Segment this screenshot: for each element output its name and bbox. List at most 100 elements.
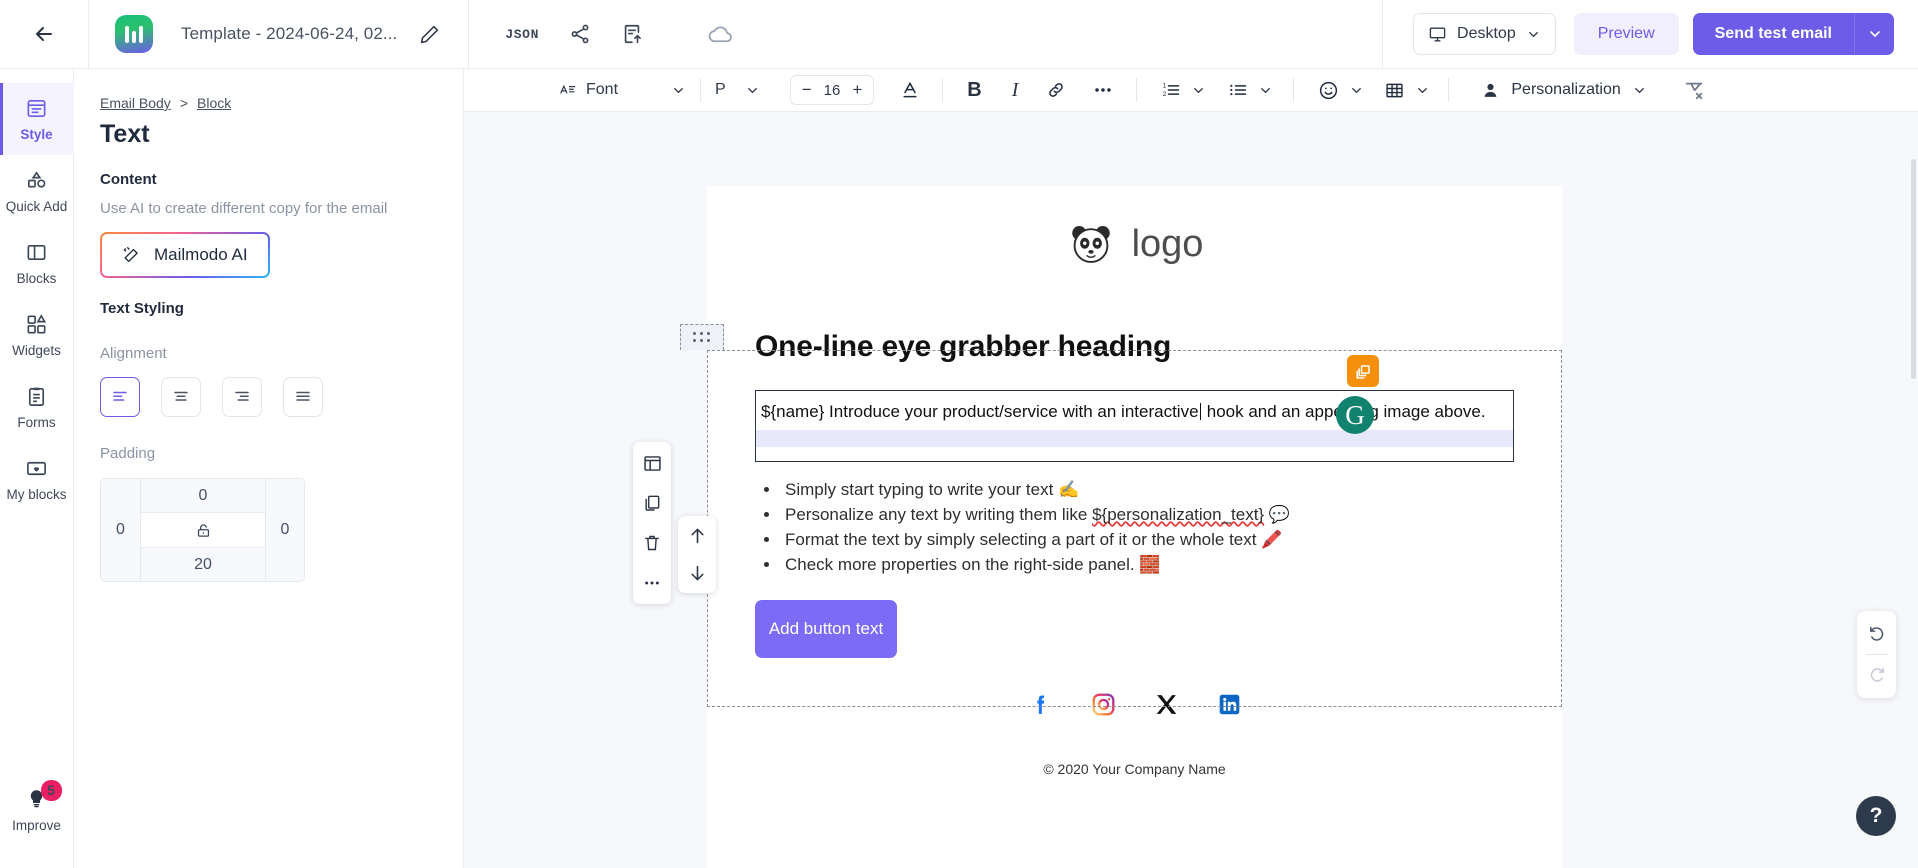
block-drag-handle[interactable] xyxy=(680,324,724,350)
paragraph-style-select[interactable]: P xyxy=(715,81,760,99)
more-formatting-button[interactable] xyxy=(1092,79,1114,101)
grammarly-button[interactable]: G xyxy=(1336,396,1374,434)
device-preview-select[interactable]: Desktop xyxy=(1413,13,1556,55)
move-block-up-button[interactable] xyxy=(687,525,708,546)
email-preview: logo One-line eye grabber heading ${name… xyxy=(680,186,1562,868)
clear-formatting-button[interactable] xyxy=(1683,79,1705,101)
divider xyxy=(1382,0,1384,68)
personalization-button[interactable]: Personalization xyxy=(1469,74,1658,107)
json-button[interactable]: JSON xyxy=(505,27,539,42)
file-upload-icon xyxy=(624,24,641,44)
padding-left-input[interactable]: 0 xyxy=(101,479,140,581)
logo-bars-icon xyxy=(125,25,143,43)
link-button[interactable] xyxy=(1046,80,1066,100)
chevron-down-icon xyxy=(1352,87,1362,93)
sidebar-item-improve[interactable]: 5 Improve xyxy=(0,774,74,846)
device-label: Desktop xyxy=(1457,25,1516,42)
font-family-select[interactable]: Font xyxy=(559,81,686,99)
padding-right-input[interactable]: 0 xyxy=(265,479,304,581)
back-button[interactable] xyxy=(0,0,88,68)
padding-lock-toggle[interactable] xyxy=(140,513,265,547)
italic-button[interactable]: I xyxy=(1012,79,1019,102)
share-button[interactable] xyxy=(569,23,591,45)
svg-text:1: 1 xyxy=(1163,83,1167,90)
personalization-label: Personalization xyxy=(1511,81,1621,98)
sidebar-item-forms[interactable]: Forms xyxy=(0,371,74,443)
editor-area: Font P − 16 + B I 1 2 Personalization lo… xyxy=(464,69,1918,868)
history-toolbar xyxy=(1857,611,1896,698)
duplicate-icon xyxy=(645,495,660,511)
arrow-left-icon xyxy=(36,27,52,41)
ordered-list-button[interactable]: 1 2 xyxy=(1161,80,1206,100)
formatting-toolbar: Font P − 16 + B I 1 2 Personalization xyxy=(464,69,1918,112)
send-test-email-caret[interactable] xyxy=(1854,13,1894,55)
font-size-value[interactable]: 16 xyxy=(824,82,841,99)
send-test-email-button[interactable]: Send test email xyxy=(1692,13,1854,55)
block-duplicate-button[interactable] xyxy=(639,490,665,516)
emoji-icon xyxy=(1320,81,1338,99)
text-color-button[interactable] xyxy=(900,80,920,100)
align-center-icon xyxy=(174,391,188,401)
breadcrumb-email-body[interactable]: Email Body xyxy=(100,95,171,111)
font-size-decrease[interactable]: − xyxy=(802,80,812,100)
copyright-text: © 2020 Your Company Name xyxy=(1043,760,1226,777)
align-right-button[interactable] xyxy=(222,377,262,417)
sidebar-item-label: Widgets xyxy=(12,342,61,358)
bold-button[interactable]: B xyxy=(967,79,981,102)
svg-text:2: 2 xyxy=(1163,91,1167,98)
block-delete-button[interactable] xyxy=(639,530,665,556)
sidebar-item-my-blocks[interactable]: My blocks xyxy=(0,443,74,515)
email-header: logo xyxy=(707,186,1562,295)
autosave-cloud-button[interactable] xyxy=(707,21,734,48)
sidebar-item-blocks[interactable]: Blocks xyxy=(0,227,74,299)
app-logo[interactable] xyxy=(115,15,153,53)
text-block-editor[interactable]: ${name} Introduce your product/service w… xyxy=(755,390,1514,462)
padding-bottom-input[interactable]: 20 xyxy=(140,547,265,581)
numbered-list-icon: 1 2 xyxy=(1163,83,1180,98)
ai-hint-text: Use AI to create different copy for the … xyxy=(100,200,388,217)
undo-button[interactable] xyxy=(1867,621,1887,647)
sidebar-item-widgets[interactable]: Widgets xyxy=(0,299,74,371)
help-button[interactable]: ? xyxy=(1856,796,1896,836)
mailmodo-ai-button[interactable]: Mailmodo AI xyxy=(100,232,270,278)
layout-icon xyxy=(643,455,661,471)
layers-button[interactable] xyxy=(1347,355,1379,387)
divider xyxy=(700,78,702,102)
bullet-list-icon xyxy=(1230,84,1247,96)
preview-button[interactable]: Preview xyxy=(1573,13,1679,55)
sidebar-item-label: Quick Add xyxy=(5,198,68,214)
block-layout-button[interactable] xyxy=(639,450,665,476)
padding-grid: 0 0 20 0 xyxy=(100,478,305,582)
sidebar-item-style[interactable]: Style xyxy=(0,83,74,155)
font-size-stepper[interactable]: − 16 + xyxy=(789,75,875,105)
align-left-button[interactable] xyxy=(100,377,140,417)
chevron-down-icon xyxy=(1418,87,1428,93)
brand-name: logo xyxy=(1131,222,1204,265)
alignment-label: Alignment xyxy=(100,345,167,362)
more-icon xyxy=(645,581,659,585)
emoji-button[interactable] xyxy=(1318,80,1364,101)
text-color-icon xyxy=(903,81,917,98)
canvas-scrollbar[interactable] xyxy=(1911,159,1916,379)
edit-template-name-button[interactable] xyxy=(419,24,440,45)
improve-badge: 5 xyxy=(40,780,62,801)
bullet-list-button[interactable] xyxy=(1228,80,1273,100)
chevron-down-icon xyxy=(1634,87,1644,93)
breadcrumb-block[interactable]: Block xyxy=(197,95,231,111)
text-caret xyxy=(1199,403,1202,420)
move-block-down-button[interactable] xyxy=(687,563,708,584)
export-button[interactable] xyxy=(621,23,643,45)
table-button[interactable] xyxy=(1384,80,1430,101)
unlock-icon xyxy=(197,523,209,537)
redo-button[interactable] xyxy=(1867,662,1887,688)
template-name[interactable]: Template - 2024-06-24, 02... xyxy=(181,24,397,44)
block-more-button[interactable] xyxy=(639,570,665,596)
clear-formatting-icon xyxy=(1685,82,1702,100)
align-justify-button[interactable] xyxy=(283,377,323,417)
font-size-increase[interactable]: + xyxy=(852,80,862,100)
align-center-button[interactable] xyxy=(161,377,201,417)
forms-icon xyxy=(28,387,45,406)
chevron-down-icon xyxy=(1528,31,1538,37)
sidebar-item-quick-add[interactable]: Quick Add xyxy=(0,155,74,227)
padding-top-input[interactable]: 0 xyxy=(140,479,265,513)
